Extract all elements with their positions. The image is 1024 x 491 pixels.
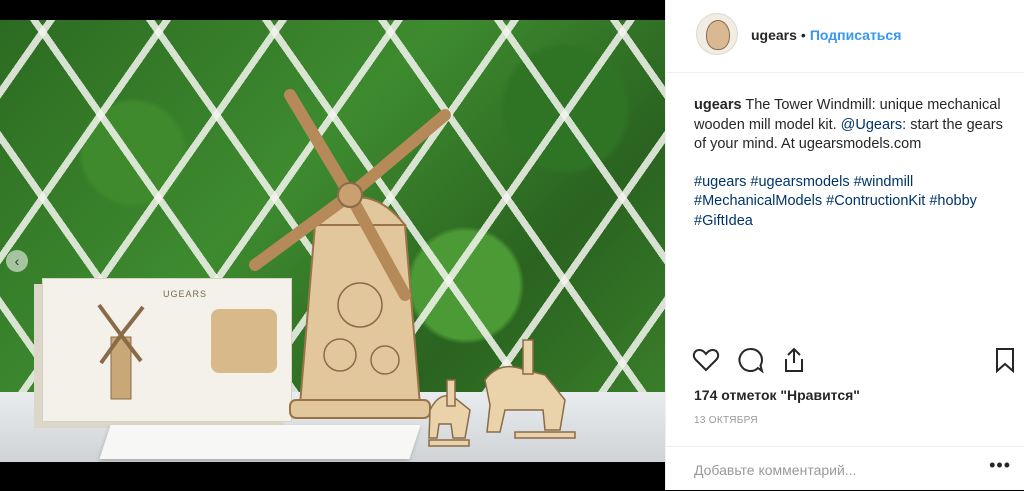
box-brand-label: UGEARS [163,289,208,299]
post-side-panel: ugears • Подписаться ugears The Tower Wind… [665,0,1024,490]
comment-bar: ••• [666,446,1024,491]
caption-body: ugears The Tower Windmill: unique mechan… [694,96,1014,155]
comment-icon[interactable] [736,346,764,374]
separator-dot: • [800,27,806,43]
post-image[interactable]: UGEARS ‹ [0,20,665,462]
post-caption: ugears The Tower Windmill: unique mechan… [694,96,1014,231]
caption-username[interactable]: ugears [694,97,742,113]
bookmark-icon[interactable] [991,346,1019,374]
post-header: ugears • Подписаться [666,0,1024,73]
avatar-icon[interactable] [696,13,738,55]
follow-button[interactable]: Подписаться [810,27,902,43]
heart-icon[interactable] [692,346,720,374]
share-icon[interactable] [780,346,808,374]
header-text: ugears • Подписаться [751,27,901,43]
knight-figurines [428,339,576,447]
caption-hashtags[interactable]: #ugears #ugearsmodels #windmill #Mechani… [694,173,1014,232]
post-date[interactable]: 13 ОКТЯБРЯ [694,415,758,426]
comment-input[interactable] [692,457,976,483]
chevron-left-icon[interactable]: ‹ [6,250,28,272]
avatar-face [706,20,730,50]
likes-count[interactable]: 174 отметок "Нравится" [694,387,860,403]
box-windmill-illustration [97,303,145,400]
more-options-icon[interactable]: ••• [989,455,1011,476]
action-bar [666,340,1024,380]
caption-mention-link[interactable]: @Ugears [841,117,902,133]
username-link[interactable]: ugears [751,27,797,43]
